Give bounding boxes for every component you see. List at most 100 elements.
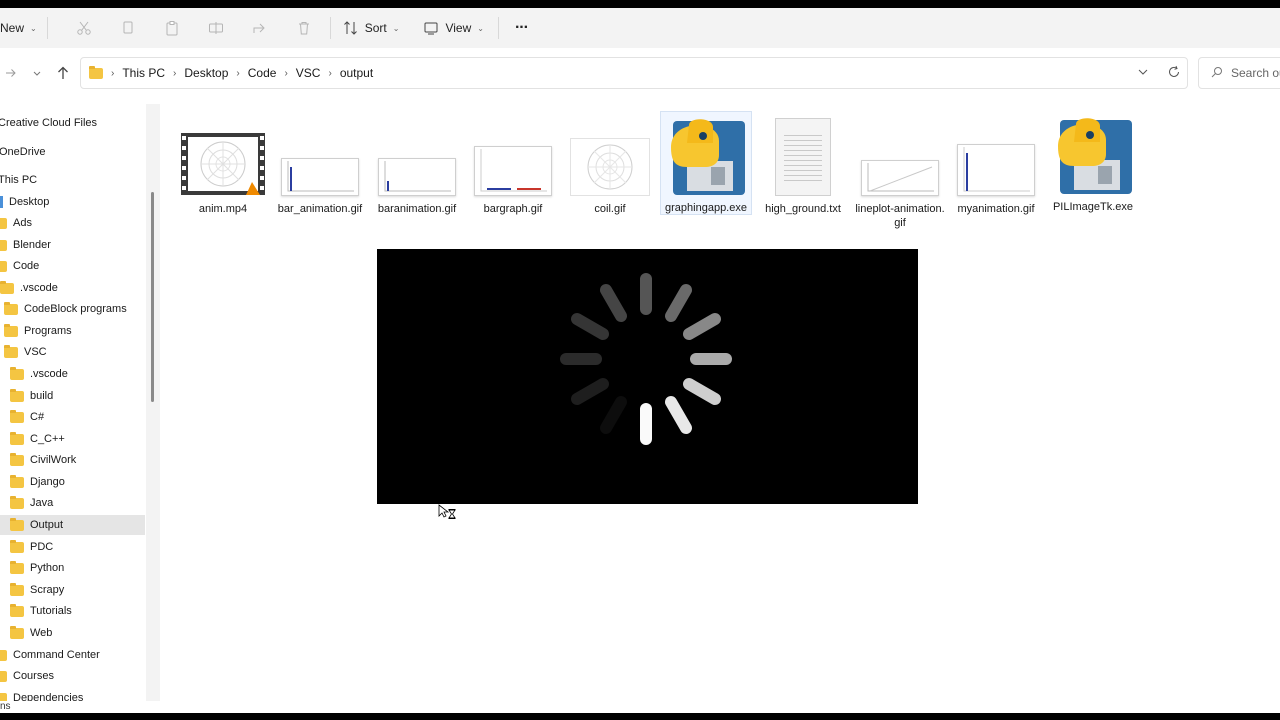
chevron-down-icon: ⌄ bbox=[392, 23, 400, 33]
sidebar-item-creative-cloud-files[interactable]: Creative Cloud Files bbox=[0, 113, 97, 133]
rename-icon bbox=[208, 20, 224, 36]
file-item[interactable]: coil.gif bbox=[564, 132, 656, 216]
gif-thumbnail-icon bbox=[854, 132, 946, 196]
sidebar-item-codeblock-programs[interactable]: CodeBlock programs bbox=[4, 299, 127, 319]
view-button[interactable]: View ⌄ bbox=[423, 13, 484, 43]
sidebar-item-programs[interactable]: Programs bbox=[4, 321, 72, 341]
sidebar-item-label: C# bbox=[30, 411, 45, 423]
view-icon bbox=[423, 20, 439, 36]
file-item[interactable]: high_ground.txt bbox=[757, 118, 849, 216]
search-box[interactable]: Search ou bbox=[1198, 57, 1280, 89]
more-options-button[interactable]: ··· bbox=[515, 13, 529, 43]
file-item[interactable]: graphingapp.exe bbox=[660, 111, 752, 215]
sidebar-scrollbar[interactable] bbox=[146, 104, 160, 701]
sidebar-item-this-pc[interactable]: This PC bbox=[0, 170, 37, 190]
sidebar-item-ads[interactable]: Ads bbox=[0, 213, 32, 233]
paste-button[interactable] bbox=[164, 13, 180, 43]
video-preview-window[interactable] bbox=[377, 249, 918, 504]
breadcrumb-code[interactable]: Code bbox=[248, 66, 277, 80]
recent-locations-chevron-icon[interactable] bbox=[26, 62, 48, 84]
busy-cursor-icon bbox=[438, 504, 458, 522]
share-button[interactable] bbox=[252, 13, 268, 43]
cut-button[interactable] bbox=[76, 13, 92, 43]
folder-icon bbox=[0, 217, 7, 229]
copy-button[interactable] bbox=[120, 13, 136, 43]
sidebar-item-output[interactable]: Output bbox=[0, 515, 145, 535]
file-item[interactable]: baranimation.gif bbox=[371, 132, 463, 216]
folder-icon bbox=[4, 344, 18, 358]
sidebar-item-label: Blender bbox=[13, 239, 51, 251]
sidebar-item-label: .vscode bbox=[20, 282, 58, 294]
scrollbar-thumb[interactable] bbox=[151, 192, 154, 402]
forward-arrow-icon[interactable] bbox=[0, 62, 22, 84]
share-icon bbox=[252, 20, 268, 36]
refresh-icon[interactable] bbox=[1167, 65, 1181, 82]
file-item[interactable]: PILImageTk.exe bbox=[1047, 111, 1139, 214]
sidebar-item-courses[interactable]: Courses bbox=[0, 666, 54, 686]
folder-icon bbox=[10, 582, 24, 596]
breadcrumb-vsc[interactable]: VSC bbox=[296, 66, 321, 80]
sidebar-item-label: Web bbox=[30, 627, 53, 639]
scissors-icon bbox=[76, 20, 92, 36]
new-button[interactable]: New ⌄ bbox=[0, 13, 37, 43]
folder-icon bbox=[10, 409, 24, 423]
sidebar-item-label: Command Center bbox=[13, 649, 100, 661]
sidebar-item-label: CivilWork bbox=[30, 454, 77, 466]
sidebar-item-vsc[interactable]: VSC bbox=[4, 342, 47, 362]
file-item[interactable]: anim.mp4 bbox=[177, 132, 269, 216]
sidebar-item-vsc-vscode[interactable]: .vscode bbox=[10, 364, 68, 384]
folder-icon bbox=[10, 431, 24, 445]
file-name: coil.gif bbox=[594, 203, 626, 215]
file-name: PILImageTk.exe bbox=[1052, 201, 1134, 213]
up-arrow-icon[interactable] bbox=[52, 62, 74, 84]
breadcrumb-output[interactable]: output bbox=[340, 66, 373, 80]
sidebar-item-build[interactable]: build bbox=[10, 386, 53, 406]
sidebar-item-label: Code bbox=[13, 260, 40, 272]
sort-button[interactable]: Sort ⌄ bbox=[343, 13, 400, 43]
sidebar-item-onedrive[interactable]: OneDrive bbox=[0, 142, 45, 162]
file-item[interactable]: myanimation.gif bbox=[950, 132, 1042, 216]
sidebar-item-django[interactable]: Django bbox=[10, 472, 65, 492]
sidebar-item-web[interactable]: Web bbox=[10, 623, 52, 643]
breadcrumb-desktop[interactable]: Desktop bbox=[184, 66, 228, 80]
file-name: anim.mp4 bbox=[198, 203, 248, 215]
address-dropdown-chevron-icon[interactable] bbox=[1137, 66, 1149, 81]
toolbar-divider bbox=[46, 17, 48, 39]
sidebar-item-csharp[interactable]: C# bbox=[10, 407, 44, 427]
file-item[interactable]: bargraph.gif bbox=[467, 132, 559, 216]
sidebar-item-label: Ads bbox=[13, 217, 32, 229]
folder-icon bbox=[10, 603, 24, 617]
sidebar-item-c-cpp[interactable]: C_C++ bbox=[10, 429, 65, 449]
sidebar-item-vscode[interactable]: .vscode bbox=[0, 278, 58, 298]
delete-button[interactable] bbox=[296, 13, 312, 43]
sidebar-item-label: .vscode bbox=[30, 368, 68, 380]
file-name: bargraph.gif bbox=[483, 203, 543, 215]
sidebar-item-desktop[interactable]: Desktop bbox=[0, 192, 49, 212]
folder-icon bbox=[4, 323, 18, 337]
toolbar-divider bbox=[497, 17, 499, 39]
sidebar-item-code[interactable]: Code bbox=[0, 256, 39, 276]
folder-icon bbox=[0, 239, 7, 251]
loading-spinner-icon bbox=[560, 273, 732, 445]
file-item[interactable]: lineplot-animation.gif bbox=[854, 132, 946, 230]
sidebar-item-command-center[interactable]: Command Center bbox=[0, 645, 100, 665]
sidebar-item-python[interactable]: Python bbox=[10, 558, 64, 578]
sidebar-item-civilwork[interactable]: CivilWork bbox=[10, 450, 76, 470]
gif-thumbnail-icon bbox=[274, 132, 366, 196]
file-item[interactable]: bar_animation.gif bbox=[274, 132, 366, 216]
sidebar-item-label: Courses bbox=[13, 670, 54, 682]
sidebar-item-java[interactable]: Java bbox=[10, 493, 53, 513]
breadcrumb-this-pc[interactable]: This PC bbox=[122, 66, 165, 80]
sidebar-item-blender[interactable]: Blender bbox=[0, 235, 51, 255]
chevron-right-icon: › bbox=[328, 67, 332, 79]
sidebar-item-scrapy[interactable]: Scrapy bbox=[10, 580, 64, 600]
address-bar[interactable]: › This PC › Desktop › Code › VSC › outpu… bbox=[80, 57, 1188, 89]
file-name: bar_animation.gif bbox=[277, 203, 363, 215]
sidebar-item-label: Java bbox=[30, 497, 54, 509]
folder-icon bbox=[89, 65, 103, 79]
sidebar-item-pdc[interactable]: PDC bbox=[10, 537, 53, 557]
rename-button[interactable] bbox=[208, 13, 224, 43]
sidebar-item-tutorials[interactable]: Tutorials bbox=[10, 601, 72, 621]
folder-icon bbox=[10, 625, 24, 639]
sidebar-item-label: Programs bbox=[24, 325, 72, 337]
